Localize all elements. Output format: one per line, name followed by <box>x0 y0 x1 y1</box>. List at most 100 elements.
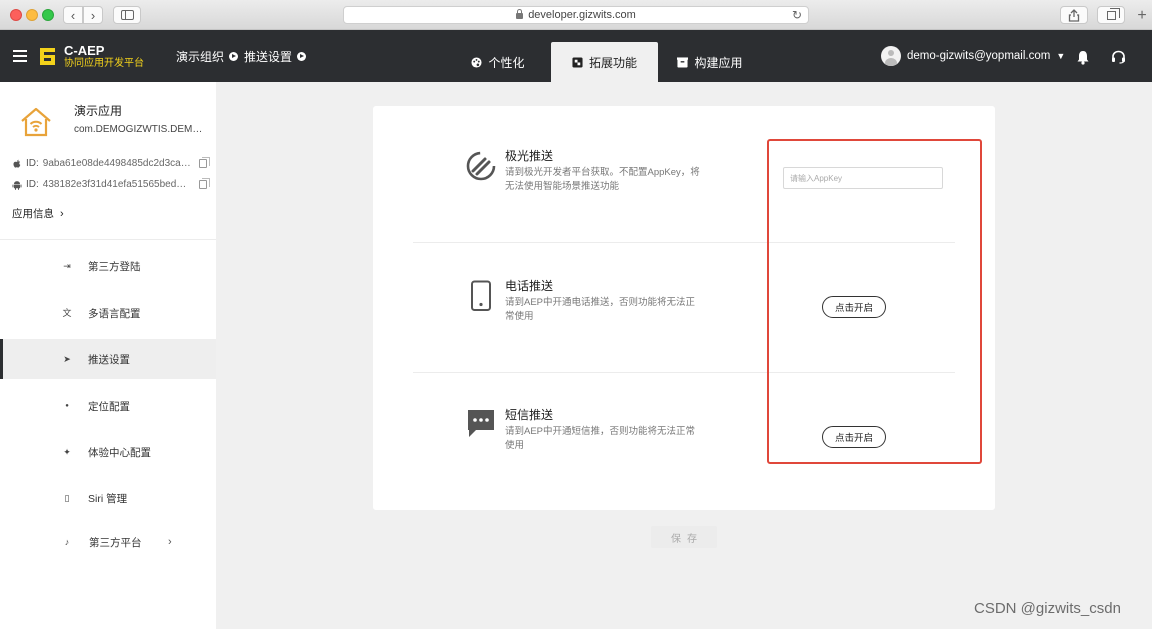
breadcrumb-org[interactable]: 演示组织 <box>176 48 224 65</box>
android-id-label: ID: <box>26 179 39 190</box>
phone-push-title: 电话推送 <box>505 279 554 293</box>
show-tabs-button[interactable] <box>1097 6 1125 24</box>
android-id-value: 438182e3f31d41efa51565bed2a8c9d0 <box>42 179 191 190</box>
zoom-window-button[interactable] <box>42 9 54 21</box>
tab-extensions[interactable]: 拓展功能 <box>551 42 658 82</box>
tab-label: 构建应用 <box>694 55 743 70</box>
user-menu[interactable]: demo-gizwits@yopmail.com ▼ <box>881 46 1065 66</box>
minimize-window-button[interactable] <box>26 9 38 21</box>
sidebar: 演示应用 com.DEMOGIZWTIS.DEMOAPP ID: 9aba61e… <box>0 82 216 629</box>
apple-icon <box>13 159 21 168</box>
sms-icon <box>468 410 494 437</box>
location-pin-icon: ● <box>65 403 69 409</box>
jpush-title: 极光推送 <box>505 149 554 163</box>
app-header: C-AEP 协同应用开发平台 演示组织 推送设置 个性化 拓展功能 构建应用 d… <box>0 30 1152 82</box>
app-package: com.DEMOGIZWTIS.DEMOAPP <box>74 124 208 135</box>
smart-home-icon <box>21 107 51 137</box>
sidebar-toggle-button[interactable] <box>113 6 141 24</box>
chevron-right-icon: › <box>168 536 172 548</box>
sidebar-item-siri[interactable]: ▯ Siri 管理 <box>0 478 216 518</box>
save-button[interactable]: 保存 <box>651 526 717 548</box>
sms-push-description: 请到AEP中开通短信推，否则功能将无法正常使用 <box>505 426 696 451</box>
ios-id-row: ID: 9aba61e08de4498485dc2d3ca2b1f0e1 <box>12 157 210 169</box>
sidebar-item-label: Siri 管理 <box>88 492 128 505</box>
divider <box>413 372 955 373</box>
enable-sms-push-button[interactable]: 点击开启 <box>822 426 886 448</box>
ios-id-value: 9aba61e08de4498485dc2d3ca2b1f0e1 <box>42 158 191 169</box>
microphone-icon: ♪ <box>64 537 70 547</box>
close-window-button[interactable] <box>10 9 22 21</box>
avatar <box>881 46 901 66</box>
app-info-label: 应用信息 <box>12 208 54 220</box>
jpush-description: 请到极光开发者平台获取。不配置AppKey，将无法使用智能场景推送功能 <box>505 167 700 192</box>
send-icon: ➤ <box>63 354 71 364</box>
tab-personalize[interactable]: 个性化 <box>458 42 538 82</box>
sidebar-item-label: 第三方登陆 <box>88 260 141 273</box>
sidebar-item-push-settings[interactable]: ➤ 推送设置 <box>0 339 216 379</box>
breadcrumb: 演示组织 推送设置 <box>176 48 312 65</box>
tabs-icon <box>1106 7 1120 20</box>
magic-wand-icon: ✦ <box>63 447 71 457</box>
divider <box>0 239 216 240</box>
tab-build-app[interactable]: 构建应用 <box>668 42 752 82</box>
chevron-right-icon: › <box>90 7 96 23</box>
logo: C-AEP 协同应用开发平台 <box>64 44 144 71</box>
sidebar-item-label: 定位配置 <box>88 400 130 413</box>
chevron-right-icon: › <box>60 207 64 220</box>
box-icon <box>677 56 689 68</box>
share-button[interactable] <box>1060 6 1088 24</box>
copy-icon[interactable] <box>198 157 210 168</box>
ios-id-label: ID: <box>26 158 39 169</box>
sidebar-item-languages[interactable]: 文 多语言配置 <box>0 293 216 333</box>
share-icon <box>1068 8 1080 22</box>
enable-phone-push-button[interactable]: 点击开启 <box>822 296 886 318</box>
translate-icon: 文 <box>62 308 72 318</box>
logo-subtitle: 协同应用开发平台 <box>64 58 144 69</box>
sidebar-item-location[interactable]: ● 定位配置 <box>0 386 216 426</box>
play-circle-icon <box>297 52 307 61</box>
sidebar-item-third-party-platform[interactable]: ♪ 第三方平台 › <box>0 522 216 562</box>
tab-label: 拓展功能 <box>588 55 637 70</box>
chevron-left-icon: ‹ <box>70 7 76 23</box>
logo-icon <box>40 48 55 65</box>
android-icon <box>12 180 22 190</box>
reload-icon[interactable]: ↻ <box>792 8 802 22</box>
user-email: demo-gizwits@yopmail.com <box>907 50 1051 62</box>
sidebar-item-label: 多语言配置 <box>88 307 141 320</box>
new-tab-button[interactable]: + <box>1132 6 1152 26</box>
appkey-input[interactable] <box>783 167 943 189</box>
palette-icon <box>471 56 483 68</box>
url-text: developer.gizwits.com <box>528 9 636 21</box>
logo-title: C-AEP <box>64 43 105 58</box>
jpush-icon <box>466 151 496 181</box>
app-info-link[interactable]: 应用信息 › <box>12 206 64 221</box>
tab-label: 个性化 <box>488 55 525 70</box>
sidebar-item-label: 推送设置 <box>88 353 130 366</box>
play-circle-icon <box>229 52 239 61</box>
forward-button[interactable]: › <box>83 6 103 24</box>
copy-icon[interactable] <box>198 178 210 189</box>
sidebar-item-label: 第三方平台 <box>89 536 142 549</box>
login-icon: ⇥ <box>63 261 71 271</box>
divider <box>413 242 955 243</box>
address-bar[interactable]: developer.gizwits.com ↻ <box>343 6 809 24</box>
bell-icon[interactable] <box>1076 50 1090 65</box>
sidebar-item-label: 体验中心配置 <box>88 446 151 459</box>
watermark: CSDN @gizwits_csdn <box>974 600 1121 617</box>
sidebar-item-experience-center[interactable]: ✦ 体验中心配置 <box>0 432 216 472</box>
sidebar-icon <box>120 10 134 20</box>
caret-down-icon: ▼ <box>1056 51 1066 61</box>
breadcrumb-page[interactable]: 推送设置 <box>244 48 292 65</box>
back-button[interactable]: ‹ <box>63 6 83 24</box>
phone-push-description: 请到AEP中开通电话推送，否则功能将无法正常使用 <box>505 297 696 322</box>
headset-icon[interactable] <box>1111 50 1126 64</box>
lock-icon <box>516 9 524 19</box>
phone-icon: ▯ <box>64 493 70 503</box>
puzzle-icon <box>572 56 583 68</box>
mobile-phone-icon <box>471 280 491 311</box>
android-id-row: ID: 438182e3f31d41efa51565bed2a8c9d0 <box>12 178 210 190</box>
browser-toolbar: ‹ › developer.gizwits.com ↻ + <box>0 0 1152 30</box>
sidebar-item-third-party-login[interactable]: ⇥ 第三方登陆 <box>0 246 216 286</box>
menu-icon[interactable] <box>13 50 27 62</box>
sms-push-title: 短信推送 <box>505 408 554 422</box>
